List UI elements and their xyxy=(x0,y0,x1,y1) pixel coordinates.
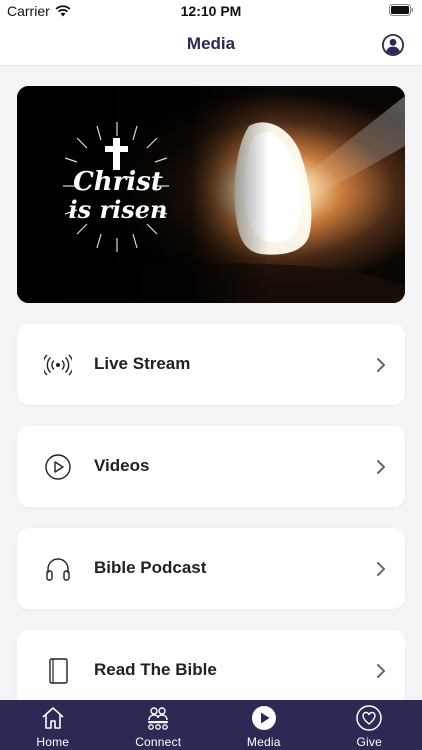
battery-icon xyxy=(389,4,413,16)
tab-label: Give xyxy=(356,735,382,749)
chevron-right-icon xyxy=(377,664,385,678)
chevron-right-icon xyxy=(377,358,385,372)
tab-media[interactable]: Media xyxy=(211,700,317,750)
menu-item-read-the-bible[interactable]: Read The Bible xyxy=(17,630,405,711)
hero-banner[interactable]: Christ is risen xyxy=(17,86,405,303)
headphones-icon xyxy=(46,558,70,581)
menu-item-videos[interactable]: Videos xyxy=(17,426,405,507)
clock: 12:10 PM xyxy=(180,3,242,19)
profile-icon[interactable] xyxy=(381,33,405,57)
menu-item-label: Read The Bible xyxy=(94,660,217,679)
book-icon xyxy=(49,658,68,684)
tab-give[interactable]: Give xyxy=(317,700,422,750)
people-icon xyxy=(148,707,169,730)
menu-item-bible-podcast[interactable]: Bible Podcast xyxy=(17,528,405,609)
home-icon xyxy=(42,707,64,729)
menu-item-live-stream[interactable]: Live Stream xyxy=(17,324,405,405)
play-circle-icon xyxy=(251,706,276,730)
tab-label: Media xyxy=(246,735,281,749)
page-title: Media xyxy=(186,34,236,53)
empty-tomb-image: Christ is risen xyxy=(17,86,405,303)
menu-item-label: Bible Podcast xyxy=(94,558,207,577)
menu-item-label: Live Stream xyxy=(94,354,191,373)
navigation-bar: Media xyxy=(0,22,422,66)
heart-icon xyxy=(356,705,382,731)
menu-item-label: Videos xyxy=(94,456,150,475)
chevron-right-icon xyxy=(377,460,385,474)
tab-home[interactable]: Home xyxy=(0,700,106,750)
broadcast-icon xyxy=(44,354,72,376)
tab-bar: Home Connect Media Give xyxy=(0,700,422,750)
hero-text-line1: Christ xyxy=(73,167,163,197)
play-circle-icon xyxy=(45,454,71,480)
hero-text-line2: is risen xyxy=(69,195,168,224)
tab-label: Connect xyxy=(135,735,182,749)
chevron-right-icon xyxy=(377,562,385,576)
tab-label: Home xyxy=(36,735,70,749)
tab-connect[interactable]: Connect xyxy=(106,700,212,750)
status-bar: Carrier 12:10 PM xyxy=(0,0,422,22)
